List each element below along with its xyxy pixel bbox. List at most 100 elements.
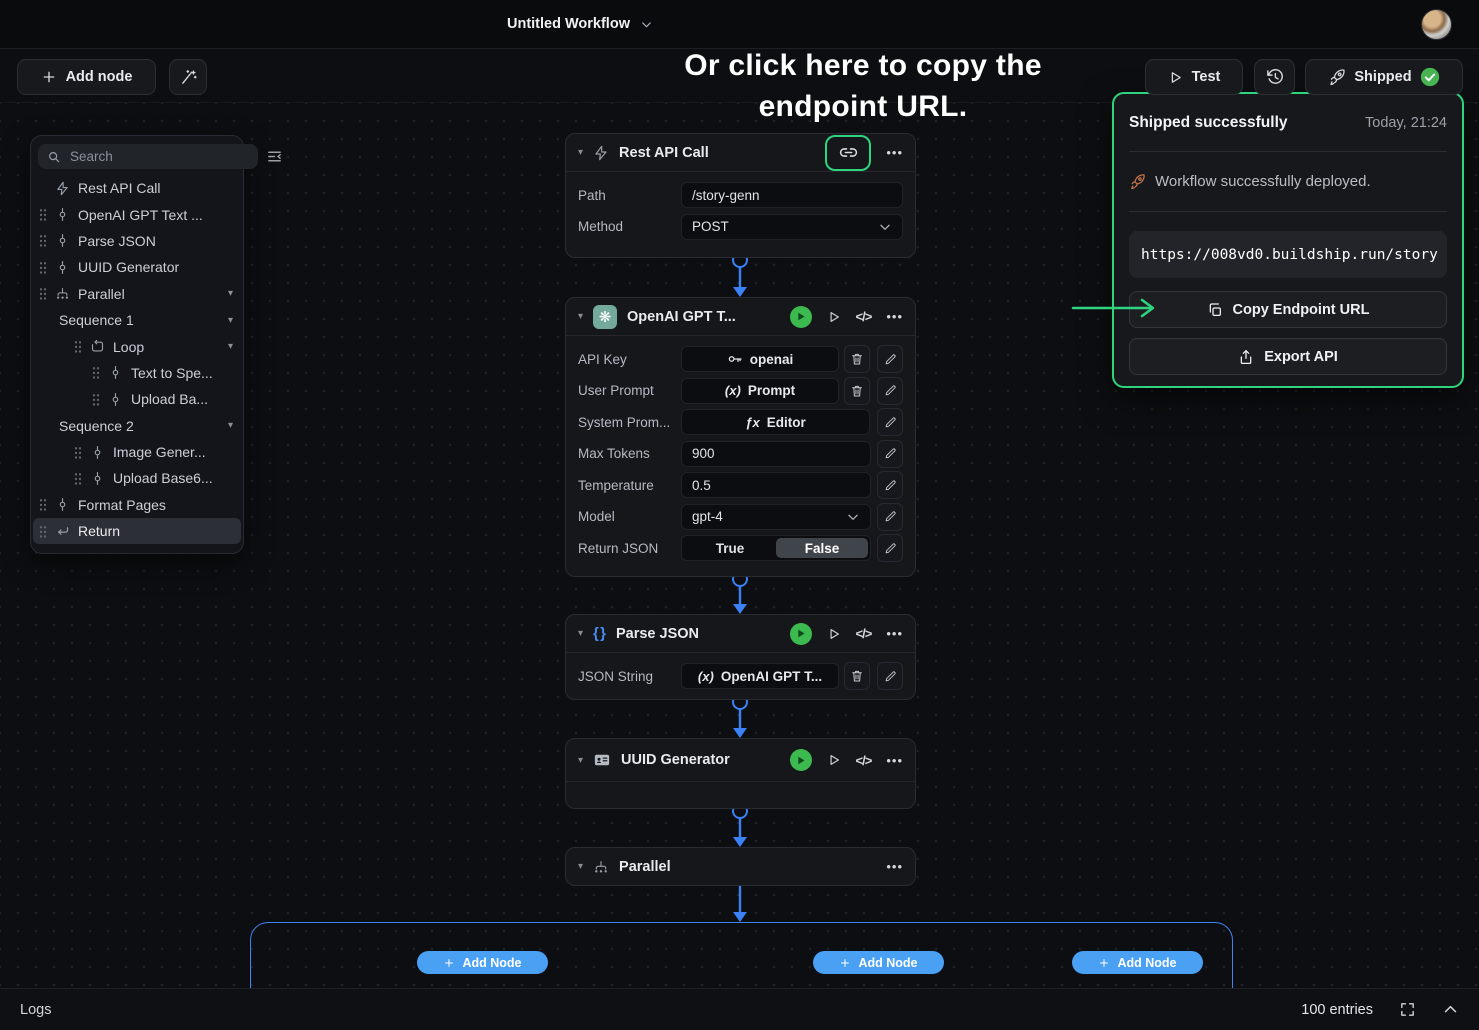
user-prompt-chip[interactable]: (x) Prompt [681, 378, 839, 404]
run-node-button[interactable] [790, 623, 812, 645]
drag-handle[interactable] [39, 498, 47, 511]
toggle-true-option[interactable]: True [684, 538, 776, 558]
node-menu-button[interactable]: ••• [886, 145, 903, 160]
chevron-down-icon[interactable]: ▾ [228, 315, 235, 326]
chevron-down-icon[interactable]: ▾ [228, 288, 235, 299]
drag-handle[interactable] [39, 208, 47, 221]
drag-handle[interactable] [39, 234, 47, 247]
chevron-up-icon[interactable] [1442, 1001, 1459, 1018]
edit-value-button[interactable] [877, 408, 903, 436]
drag-handle[interactable] [39, 287, 47, 300]
sidebar-item-uuid-generator[interactable]: UUID Generator [31, 254, 243, 280]
edit-value-button[interactable] [877, 377, 903, 405]
drag-handle [39, 182, 47, 195]
add-node-button[interactable]: Add node [17, 59, 156, 95]
drag-handle[interactable] [74, 340, 82, 353]
edit-value-button[interactable] [877, 440, 903, 468]
system-prompt-editor-chip[interactable]: ƒx Editor [681, 409, 870, 435]
code-icon[interactable]: </> [856, 753, 872, 768]
play-icon[interactable] [827, 627, 841, 641]
delete-value-button[interactable] [844, 377, 870, 405]
fullscreen-icon[interactable] [1399, 1001, 1416, 1018]
sidebar-item-sequence-2[interactable]: Sequence 2 ▾ [31, 413, 243, 439]
chevron-down-icon [878, 220, 892, 234]
workflow-title-menu[interactable]: Untitled Workflow [507, 0, 653, 48]
chevron-down-icon[interactable]: ▾ [228, 341, 235, 352]
node-parallel[interactable]: ▾ Parallel ••• [565, 847, 916, 886]
drag-handle[interactable] [39, 525, 47, 538]
drag-handle[interactable] [39, 261, 47, 274]
version-history-button[interactable] [1254, 59, 1295, 95]
search-input[interactable] [68, 148, 249, 165]
api-key-chip[interactable]: openai [681, 346, 839, 372]
method-select[interactable]: POST [681, 214, 903, 240]
drag-handle[interactable] [74, 472, 82, 485]
history-icon [1266, 68, 1284, 86]
edit-value-button[interactable] [877, 345, 903, 373]
pencil-icon [884, 353, 897, 366]
sidebar-item-return[interactable]: Return [33, 518, 241, 544]
endpoint-url-field[interactable]: https://008vd0.buildship.run/story [1129, 231, 1447, 278]
collapse-caret-icon[interactable]: ▾ [578, 147, 583, 158]
copy-endpoint-url-button[interactable]: Copy Endpoint URL [1129, 291, 1447, 328]
return-json-toggle: True False [681, 535, 871, 561]
sidebar-item-upload-base64-2[interactable]: Upload Base6... [31, 465, 243, 491]
edit-value-button[interactable] [877, 534, 903, 562]
collapse-caret-icon[interactable]: ▾ [578, 628, 583, 639]
sidebar-item-image-generator[interactable]: Image Gener... [31, 439, 243, 465]
sidebar-item-sequence-1[interactable]: Sequence 1 ▾ [31, 307, 243, 333]
model-select[interactable]: gpt-4 [681, 504, 871, 530]
sidebar-item-parse-json[interactable]: Parse JSON [31, 228, 243, 254]
sidebar-item-text-to-speech[interactable]: Text to Spe... [31, 360, 243, 386]
branch-add-node-button-1[interactable]: Add Node [417, 951, 548, 974]
delete-value-button[interactable] [844, 345, 870, 373]
edit-value-button[interactable] [877, 471, 903, 499]
node-menu-button[interactable]: ••• [886, 753, 903, 768]
node-parse-json[interactable]: ▾ { } Parse JSON </> ••• JSON String (x)… [565, 614, 916, 700]
chevron-down-icon[interactable]: ▾ [228, 420, 235, 431]
drag-handle[interactable] [92, 366, 100, 379]
collapse-caret-icon[interactable]: ▾ [578, 861, 583, 872]
code-icon[interactable]: </> [856, 309, 872, 324]
magic-wand-button[interactable] [169, 59, 207, 95]
code-icon[interactable]: </> [856, 626, 872, 641]
node-menu-button[interactable]: ••• [886, 309, 903, 324]
max-tokens-input[interactable]: 900 [681, 441, 871, 467]
test-button[interactable]: Test [1145, 59, 1243, 95]
edit-value-button[interactable] [877, 503, 903, 531]
branch-add-node-button-2[interactable]: Add Node [813, 951, 944, 974]
sidebar-item-format-pages[interactable]: Format Pages [31, 492, 243, 518]
collapse-caret-icon[interactable]: ▾ [578, 311, 583, 322]
temperature-input[interactable]: 0.5 [681, 472, 871, 498]
export-api-button[interactable]: Export API [1129, 338, 1447, 375]
drag-handle[interactable] [74, 446, 82, 459]
return-icon [55, 524, 70, 539]
edit-value-button[interactable] [877, 662, 903, 690]
play-icon[interactable] [827, 753, 841, 767]
node-openai-gpt-text[interactable]: ▾ ❋ OpenAI GPT T... </> ••• API Key open… [565, 297, 916, 577]
run-node-button[interactable] [790, 749, 812, 771]
drag-handle[interactable] [92, 393, 100, 406]
shipped-button[interactable]: Shipped [1305, 59, 1463, 95]
toggle-false-option[interactable]: False [776, 538, 868, 558]
sidebar-item-loop[interactable]: Loop ▾ [31, 333, 243, 359]
sidebar-item-rest-api-call[interactable]: Rest API Call [31, 175, 243, 201]
node-menu-button[interactable]: ••• [886, 626, 903, 641]
collapse-sidebar-icon[interactable] [266, 148, 283, 165]
sidebar-item-openai-gpt-text[interactable]: OpenAI GPT Text ... [31, 201, 243, 227]
node-menu-button[interactable]: ••• [886, 859, 903, 874]
json-string-chip[interactable]: (x) OpenAI GPT T... [681, 663, 839, 689]
copy-endpoint-link-button[interactable] [825, 135, 871, 171]
sidebar-item-upload-base64-1[interactable]: Upload Ba... [31, 386, 243, 412]
chevron-down-icon [846, 510, 860, 524]
branch-add-node-button-3[interactable]: Add Node [1072, 951, 1203, 974]
sidebar-item-parallel[interactable]: Parallel ▾ [31, 281, 243, 307]
user-avatar[interactable] [1421, 9, 1452, 40]
delete-value-button[interactable] [844, 662, 870, 690]
play-icon[interactable] [827, 310, 841, 324]
node-rest-api-call[interactable]: ▾ Rest API Call ••• Path /story-genn Met… [565, 133, 916, 258]
collapse-caret-icon[interactable]: ▾ [578, 755, 583, 766]
node-uuid-generator[interactable]: ▾ UUID Generator </> ••• [565, 738, 916, 809]
path-input[interactable]: /story-genn [681, 182, 903, 208]
run-node-button[interactable] [790, 306, 812, 328]
